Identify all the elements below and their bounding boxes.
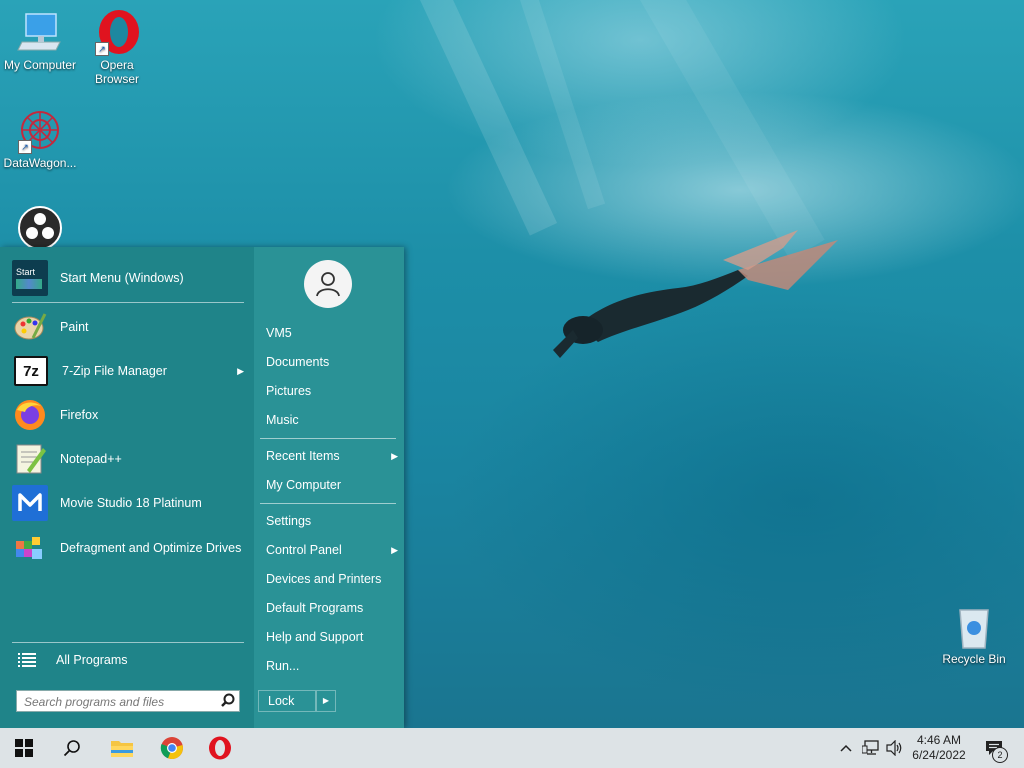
separator: [12, 642, 244, 643]
place-documents[interactable]: Documents: [266, 351, 396, 373]
start-menu: Start Start Menu (Windows) Paint 7z 7-Zi…: [0, 247, 404, 728]
all-programs-label: All Programs: [56, 653, 128, 667]
computer-icon: [16, 8, 64, 56]
program-label: Paint: [60, 320, 89, 334]
movie-studio-icon: [12, 485, 48, 521]
network-icon: [862, 740, 879, 755]
place-control-panel[interactable]: Control Panel ▶: [266, 539, 398, 561]
opera-icon: ↗: [93, 8, 141, 56]
start-menu-icon: Start: [12, 260, 48, 296]
defrag-icon: [12, 530, 48, 566]
program-firefox[interactable]: Firefox: [12, 395, 248, 435]
place-settings[interactable]: Settings: [266, 510, 396, 532]
place-devices-printers[interactable]: Devices and Printers: [266, 568, 396, 590]
program-paint[interactable]: Paint: [12, 307, 248, 347]
opera-icon: [209, 736, 231, 760]
clock-time: 4:46 AM: [916, 733, 962, 747]
user-avatar[interactable]: [304, 260, 352, 308]
datawagon-icon: ↗: [16, 106, 64, 154]
separator: [260, 438, 396, 439]
start-menu-places-pane: VM5 Documents Pictures Music Recent Item…: [254, 247, 404, 728]
shortcut-arrow-icon: ↗: [95, 42, 109, 56]
taskbar-opera[interactable]: [196, 728, 244, 768]
program-label: Start Menu (Windows): [60, 271, 184, 285]
volume-button[interactable]: [884, 728, 906, 768]
search-button[interactable]: [48, 728, 96, 768]
desktop-icon-label: Opera Browser: [94, 58, 139, 86]
taskbar-file-explorer[interactable]: [98, 728, 146, 768]
action-center-button[interactable]: 2: [978, 728, 1010, 768]
firefox-icon: [12, 397, 48, 433]
program-notepadpp[interactable]: Notepad++: [12, 439, 248, 479]
recycle-bin-icon: [950, 602, 998, 650]
search-box: [16, 690, 240, 712]
network-status-button[interactable]: [860, 728, 882, 768]
program-defrag[interactable]: Defragment and Optimize Drives: [12, 527, 248, 569]
7zip-icon: 7z: [14, 356, 48, 386]
program-7zip[interactable]: 7z 7-Zip File Manager ▶: [12, 351, 248, 391]
start-icon-text: Start: [16, 267, 36, 277]
user-icon: [316, 272, 340, 297]
submenu-arrow-icon: ▶: [391, 545, 398, 555]
search-icon: [63, 740, 80, 757]
chevron-up-icon: [840, 744, 852, 752]
paint-icon: [12, 309, 48, 345]
recent-items-label: Recent Items: [266, 449, 340, 463]
chrome-icon: [160, 737, 183, 760]
place-music[interactable]: Music: [266, 409, 396, 431]
submenu-arrow-icon: ▶: [237, 365, 244, 376]
speaker-icon: [886, 740, 902, 756]
lock-label: Lock: [268, 694, 295, 708]
program-label: Notepad++: [60, 452, 122, 466]
start-menu-programs-pane: Start Start Menu (Windows) Paint 7z 7-Zi…: [0, 247, 254, 728]
submenu-arrow-icon: ▶: [391, 451, 398, 461]
clock-date: 6/24/2022: [912, 748, 966, 762]
program-label: 7-Zip File Manager: [62, 364, 167, 378]
notepadpp-icon: [12, 441, 48, 477]
start-button[interactable]: [0, 728, 48, 768]
search-icon[interactable]: [221, 693, 235, 712]
desktop-icon-opera[interactable]: ↗ Opera Browser: [77, 8, 157, 86]
desktop-icon-label: Recycle Bin: [942, 652, 1006, 666]
7zip-icon-text: 7z: [23, 362, 39, 380]
program-start-menu-windows[interactable]: Start Start Menu (Windows): [12, 258, 248, 298]
desktop-icon-my-computer[interactable]: My Computer: [0, 8, 80, 72]
control-panel-label: Control Panel: [266, 543, 342, 557]
all-programs-button[interactable]: All Programs: [12, 645, 248, 675]
desktop-icon-datawagon[interactable]: ↗ DataWagon...: [0, 106, 80, 170]
desktop-icon-label: DataWagon...: [3, 156, 77, 170]
place-my-computer[interactable]: My Computer: [266, 474, 396, 496]
folder-icon: [111, 741, 133, 757]
program-label: Defragment and Optimize Drives: [60, 540, 242, 555]
place-recent-items[interactable]: Recent Items ▶: [266, 445, 398, 467]
place-help-support[interactable]: Help and Support: [266, 626, 396, 648]
taskbar: 4:46 AM 6/24/2022 2: [0, 728, 1024, 768]
windows-logo-icon: [15, 739, 33, 757]
notification-count-badge: 2: [992, 747, 1008, 763]
place-pictures[interactable]: Pictures: [266, 380, 396, 402]
place-user-folder[interactable]: VM5: [266, 322, 396, 344]
taskbar-chrome[interactable]: [148, 728, 196, 768]
place-run[interactable]: Run...: [266, 655, 396, 677]
chevron-right-icon: ▶: [322, 696, 330, 705]
shortcut-arrow-icon: ↗: [18, 140, 32, 154]
program-movie-studio[interactable]: Movie Studio 18 Platinum: [12, 483, 248, 523]
desktop-icon-label: My Computer: [3, 58, 77, 72]
list-icon: [12, 645, 42, 675]
place-default-programs[interactable]: Default Programs: [266, 597, 396, 619]
clock[interactable]: 4:46 AM 6/24/2022: [908, 728, 970, 768]
separator: [12, 302, 244, 303]
obs-icon: [16, 204, 64, 252]
search-input[interactable]: [22, 692, 216, 712]
power-options-button[interactable]: ▶: [316, 690, 336, 712]
show-hidden-icons-button[interactable]: [836, 728, 856, 768]
program-label: Firefox: [60, 408, 99, 422]
desktop-icon-recycle-bin[interactable]: Recycle Bin: [934, 602, 1014, 666]
program-label: Movie Studio 18 Platinum: [60, 496, 202, 510]
lock-button[interactable]: Lock: [258, 690, 316, 712]
separator: [260, 503, 396, 504]
freediver-image: [553, 230, 838, 358]
